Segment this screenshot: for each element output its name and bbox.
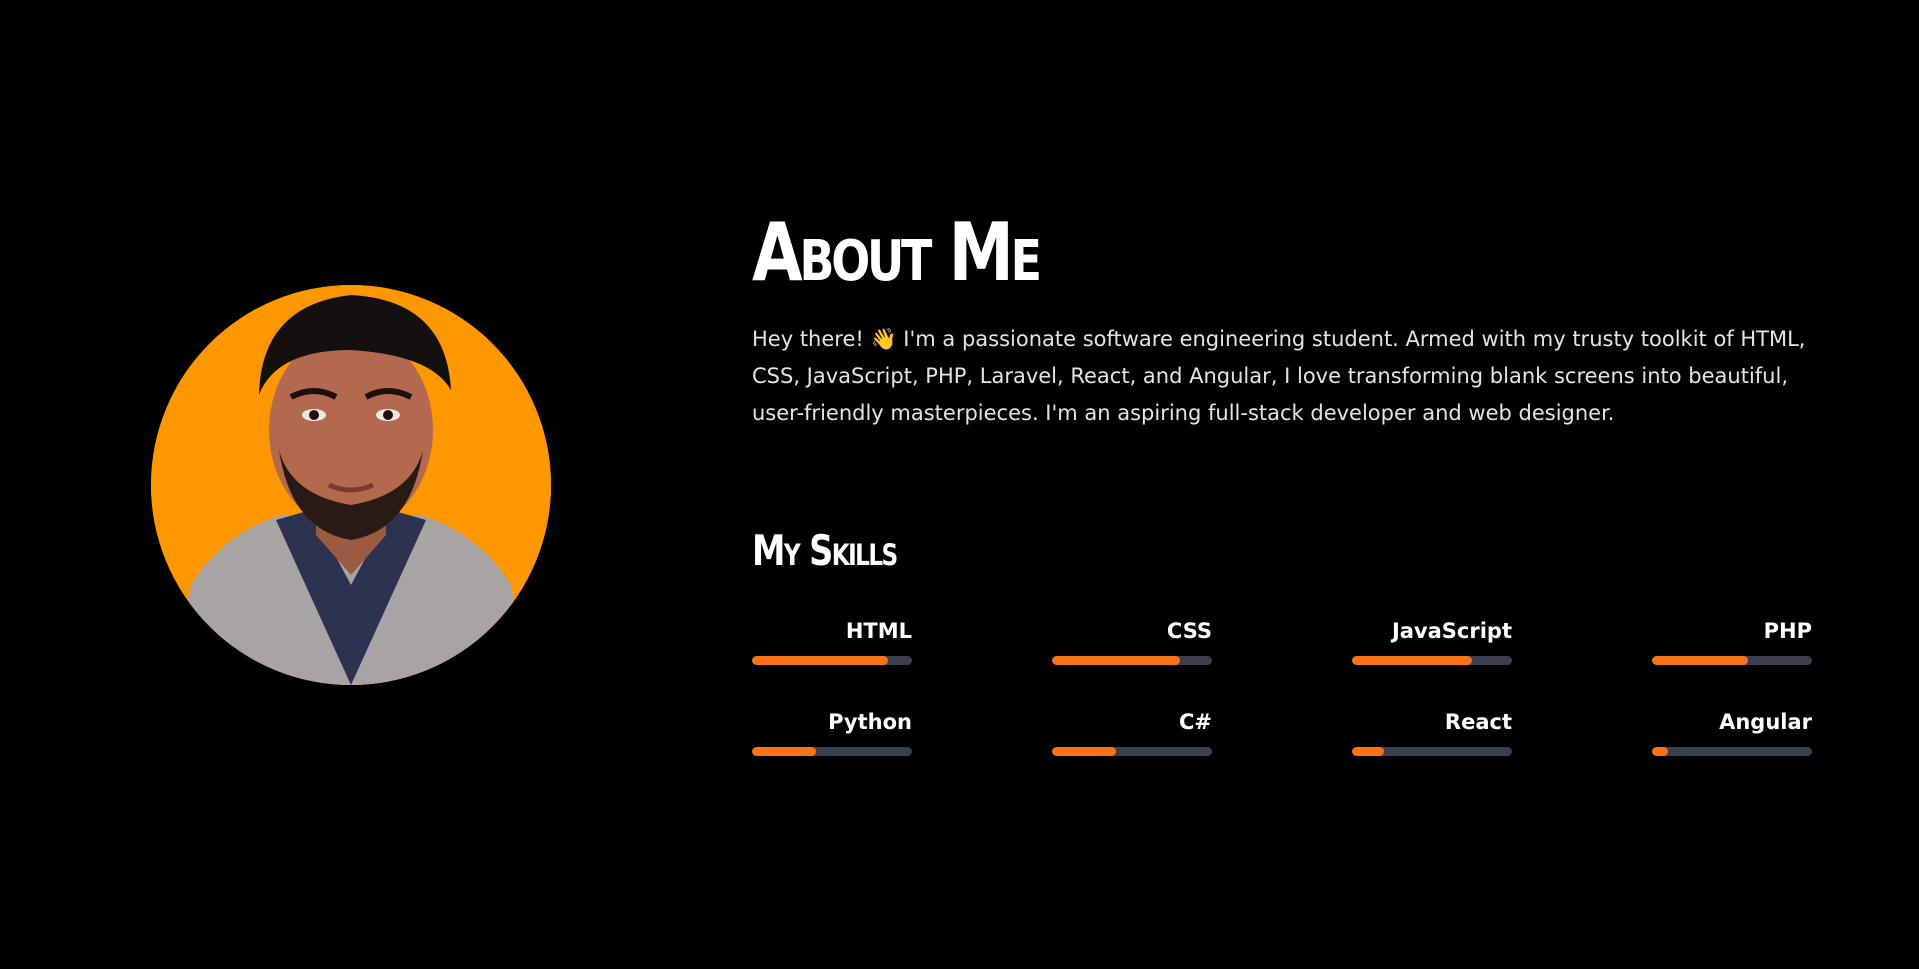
skill-item: PHP: [1652, 618, 1812, 665]
skill-name: CSS: [1166, 619, 1212, 643]
skill-name: JavaScript: [1391, 619, 1512, 643]
skill-name: React: [1444, 710, 1512, 734]
skill-progress-track: [1352, 656, 1512, 665]
profile-photo: [151, 285, 551, 685]
skill-progress-fill: [1352, 747, 1384, 756]
skill-progress-track: [752, 656, 912, 665]
about-title: About Me: [752, 206, 1042, 299]
waving-hand-icon: 👋: [870, 327, 897, 351]
skill-progress-track: [1052, 656, 1212, 665]
skill-progress-track: [752, 747, 912, 756]
skill-progress-fill: [1052, 656, 1180, 665]
skill-progress-fill: [1052, 747, 1116, 756]
skill-item: Angular: [1652, 709, 1812, 756]
skill-name: C#: [1178, 710, 1212, 734]
skill-progress-fill: [752, 656, 888, 665]
skill-item: JavaScript: [1352, 618, 1512, 665]
about-page: About Me Hey there! 👋 I'm a passionate s…: [0, 0, 1919, 969]
skill-item: CSS: [1052, 618, 1212, 665]
skill-item: React: [1352, 709, 1512, 756]
skill-progress-track: [1652, 747, 1812, 756]
about-bio: Hey there! 👋 I'm a passionate software e…: [752, 321, 1812, 432]
skill-name: Angular: [1719, 710, 1812, 734]
skill-progress-fill: [1352, 656, 1472, 665]
skill-progress-fill: [752, 747, 816, 756]
skill-progress-fill: [1652, 656, 1748, 665]
skills-grid: HTML CSS JavaScript PHP Python C# React Angular: [752, 618, 1902, 756]
skill-name: PHP: [1763, 619, 1812, 643]
skill-item: C#: [1052, 709, 1212, 756]
bio-text-rest: I'm a passionate software engineering st…: [752, 327, 1806, 425]
skill-progress-track: [1652, 656, 1812, 665]
skill-progress-fill: [1652, 747, 1668, 756]
skill-name: HTML: [845, 619, 912, 643]
bio-text-start: Hey there!: [752, 327, 871, 351]
about-section: About Me Hey there! 👋 I'm a passionate s…: [752, 205, 1842, 432]
skill-progress-track: [1052, 747, 1212, 756]
skill-item: HTML: [752, 618, 912, 665]
skills-title: My Skills: [752, 526, 898, 575]
skill-progress-track: [1352, 747, 1512, 756]
skill-name: Python: [828, 710, 912, 734]
skill-item: Python: [752, 709, 912, 756]
